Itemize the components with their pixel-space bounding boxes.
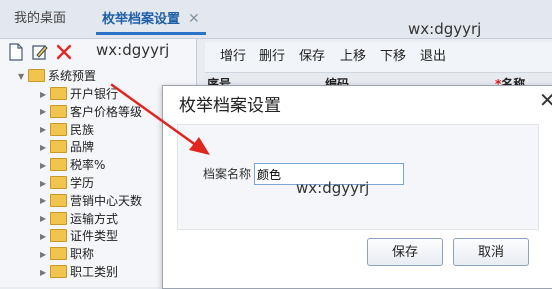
annotation-arrow	[110, 83, 210, 155]
